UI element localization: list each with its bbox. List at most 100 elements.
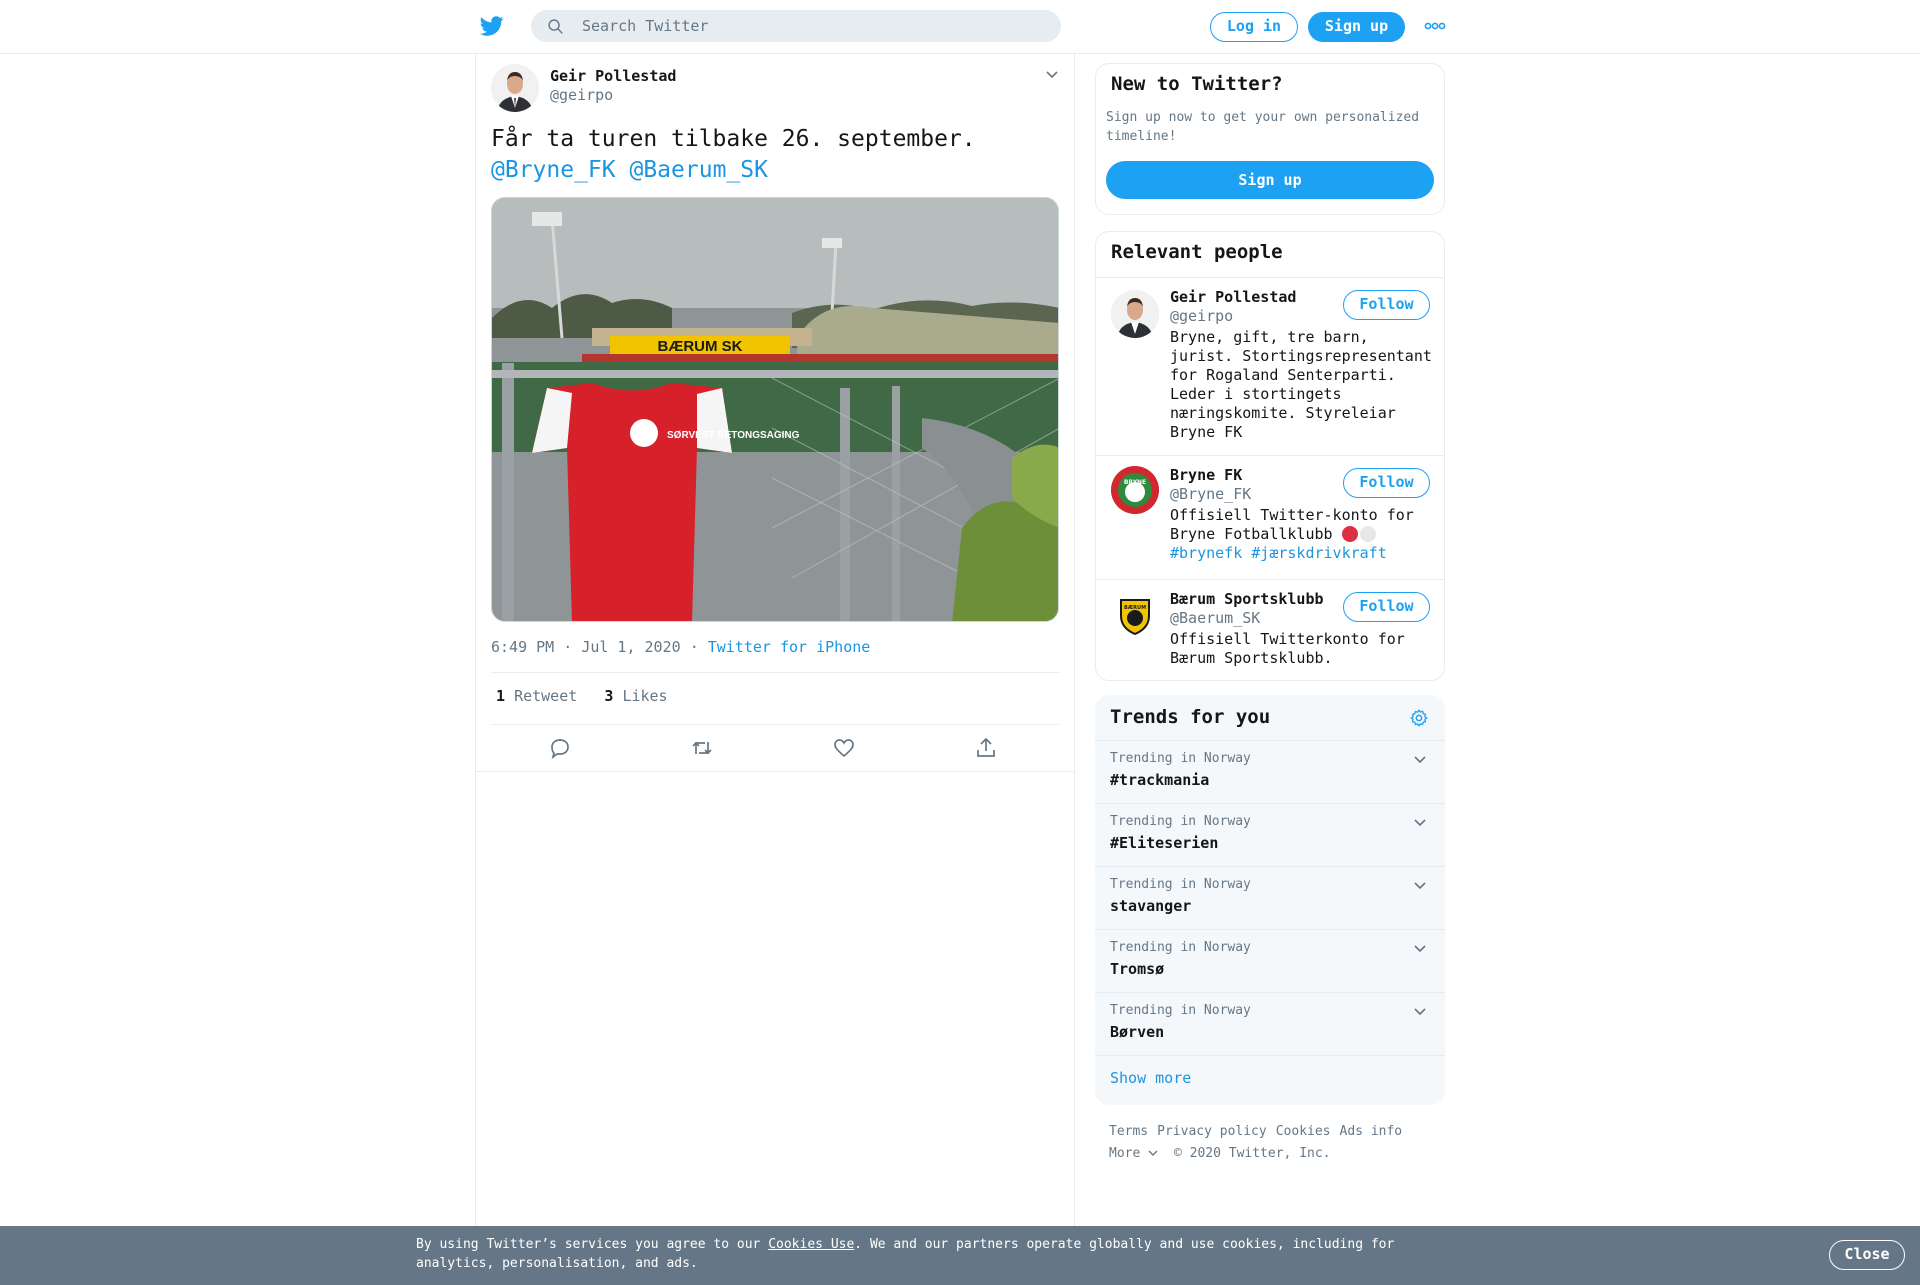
chevron-down-icon[interactable] (1413, 755, 1427, 764)
avatar[interactable] (1111, 290, 1159, 338)
footer-link-terms[interactable]: Terms (1109, 1124, 1148, 1139)
footer-link-ads[interactable]: Ads info (1340, 1124, 1403, 1139)
cookie-text: By using Twitter’s services you agree to… (416, 1235, 1416, 1273)
tweet-author-handle[interactable]: @geirpo (550, 86, 613, 104)
shirt-sponsor-text: SØRVEST BETONGSAGING (667, 430, 800, 441)
reply-icon[interactable] (548, 736, 572, 760)
person-item[interactable]: BRYNE Bryne FK @Bryne_FK Follow Offisiel… (1096, 455, 1444, 579)
search-input[interactable]: Search Twitter (531, 10, 1061, 42)
person-item[interactable]: BÆRUM Bærum Sportsklubb @Baerum_SK Follo… (1096, 579, 1444, 681)
tweet-column: Geir Pollestad @geirpo Får ta turen tilb… (475, 54, 1075, 1285)
mention-link[interactable]: @Baerum_SK (629, 157, 767, 183)
trend-context: Trending in Norway (1110, 814, 1251, 829)
trend-item[interactable]: Trending in Norway Tromsø (1095, 929, 1445, 992)
tweet-body: Får ta turen tilbake 26. september. (491, 126, 976, 152)
chevron-down-icon[interactable] (1413, 818, 1427, 827)
twitter-bird-icon[interactable] (479, 14, 505, 38)
like-label: Likes (622, 687, 668, 705)
trend-context: Trending in Norway (1110, 1003, 1251, 1018)
card-title: New to Twitter? (1111, 73, 1283, 95)
trend-name[interactable]: Børven (1110, 1023, 1164, 1041)
person-item[interactable]: Geir Pollestad @geirpo Follow Bryne, gif… (1096, 277, 1444, 455)
chevron-down-icon[interactable] (1045, 70, 1059, 80)
relevant-people-card: Relevant people Geir Pollestad @geirpo F… (1095, 231, 1445, 681)
trend-name[interactable]: #Eliteserien (1110, 834, 1218, 852)
trend-item[interactable]: Trending in Norway Børven (1095, 992, 1445, 1055)
avatar[interactable] (491, 64, 539, 112)
footer-copyright: © 2020 Twitter, Inc. (1173, 1146, 1331, 1161)
baerum-logo-text: BÆRUM (1124, 605, 1146, 611)
avatar[interactable]: BÆRUM (1111, 590, 1159, 638)
person-bio: Offisiell Twitter-konto for Bryne Fotbal… (1170, 506, 1435, 563)
bryne-logo-text: BRYNE (1124, 479, 1146, 486)
tweet-text: Får ta turen tilbake 26. september. @Bry… (491, 124, 976, 186)
person-handle[interactable]: @Baerum_SK (1170, 609, 1260, 627)
trend-name[interactable]: #trackmania (1110, 771, 1209, 789)
chevron-down-icon[interactable] (1413, 881, 1427, 890)
chevron-down-icon[interactable] (1148, 1150, 1158, 1157)
retweet-count: 1 (496, 687, 506, 705)
footer-link-privacy[interactable]: Privacy policy (1157, 1124, 1267, 1139)
sidebar-signup-button[interactable]: Sign up (1106, 161, 1434, 199)
stadium-photo: BÆRUM SK SØRVEST BETONGSAGING (492, 198, 1058, 621)
tweet-date[interactable]: Jul 1, 2020 (581, 638, 680, 656)
red-circle-emoji (1341, 526, 1358, 542)
follow-button[interactable]: Follow (1343, 592, 1430, 622)
mention-link[interactable]: @Bryne_FK (491, 157, 616, 183)
person-name[interactable]: Bærum Sportsklubb (1170, 590, 1324, 608)
trend-context: Trending in Norway (1110, 877, 1251, 892)
person-handle[interactable]: @geirpo (1170, 307, 1233, 325)
cookies-use-link[interactable]: Cookies Use (768, 1237, 854, 1252)
retweet-icon[interactable] (690, 736, 714, 760)
trends-title: Trends for you (1110, 706, 1271, 728)
search-placeholder: Search Twitter (582, 17, 709, 35)
trend-name[interactable]: Tromsø (1110, 960, 1164, 978)
person-name[interactable]: Bryne FK (1170, 466, 1242, 484)
footer-more[interactable]: More (1109, 1146, 1140, 1161)
close-button[interactable]: Close (1829, 1240, 1905, 1270)
like-count: 3 (604, 687, 614, 705)
signup-button[interactable]: Sign up (1308, 12, 1405, 42)
top-header: Search Twitter Log in Sign up (0, 0, 1920, 54)
trend-item[interactable]: Trending in Norway #trackmania (1095, 740, 1445, 803)
person-bio-text: Offisiell Twitter-konto for Bryne Fotbal… (1170, 506, 1414, 543)
retweet-stat[interactable]: 1 Retweet (496, 687, 577, 705)
footer-secondary: More © 2020 Twitter, Inc. (1109, 1146, 1331, 1161)
search-icon (548, 19, 563, 34)
stadium-sign: BÆRUM SK (658, 338, 743, 355)
like-stat[interactable]: 3 Likes (604, 687, 667, 705)
tweet-source-link[interactable]: Twitter for iPhone (708, 638, 871, 656)
divider (491, 724, 1059, 725)
card-subtitle: Sign up now to get your own personalized… (1106, 110, 1420, 144)
avatar[interactable]: BRYNE (1111, 466, 1159, 514)
tweet-stats: 1 Retweet 3 Likes (496, 687, 668, 705)
white-circle-emoji (1359, 526, 1376, 542)
like-heart-icon[interactable] (832, 736, 856, 760)
footer-link-cookies[interactable]: Cookies (1276, 1124, 1331, 1139)
cookie-text-before: By using Twitter’s services you agree to… (416, 1237, 769, 1252)
person-name[interactable]: Geir Pollestad (1170, 288, 1296, 306)
chevron-down-icon[interactable] (1413, 944, 1427, 953)
person-handle[interactable]: @Bryne_FK (1170, 485, 1251, 503)
tweet-photo[interactable]: BÆRUM SK SØRVEST BETONGSAGING (491, 197, 1059, 622)
show-more-link[interactable]: Show more (1110, 1069, 1191, 1087)
login-button[interactable]: Log in (1210, 12, 1298, 42)
divider (476, 771, 1074, 772)
share-icon[interactable] (974, 736, 998, 760)
footer-links: Terms Privacy policy Cookies Ads info (1109, 1124, 1411, 1139)
follow-button[interactable]: Follow (1343, 468, 1430, 498)
person-bio: Bryne, gift, tre barn, jurist. Stortings… (1170, 328, 1432, 441)
tweet-author-name[interactable]: Geir Pollestad (550, 67, 676, 85)
trend-name[interactable]: stavanger (1110, 897, 1191, 915)
trend-item[interactable]: Trending in Norway stavanger (1095, 866, 1445, 929)
new-to-twitter-card: New to Twitter? Sign up now to get your … (1095, 63, 1445, 215)
card-title: Relevant people (1111, 241, 1283, 263)
gear-icon[interactable] (1409, 708, 1429, 728)
follow-button[interactable]: Follow (1343, 290, 1430, 320)
hashtag-links[interactable]: #brynefk #jærskdrivkraft (1170, 544, 1387, 562)
more-dots-icon[interactable] (1424, 21, 1446, 31)
trend-item[interactable]: Trending in Norway #Eliteserien (1095, 803, 1445, 866)
tweet-time[interactable]: 6:49 PM (491, 638, 554, 656)
cookie-banner: By using Twitter’s services you agree to… (0, 1226, 1920, 1285)
chevron-down-icon[interactable] (1413, 1007, 1427, 1016)
